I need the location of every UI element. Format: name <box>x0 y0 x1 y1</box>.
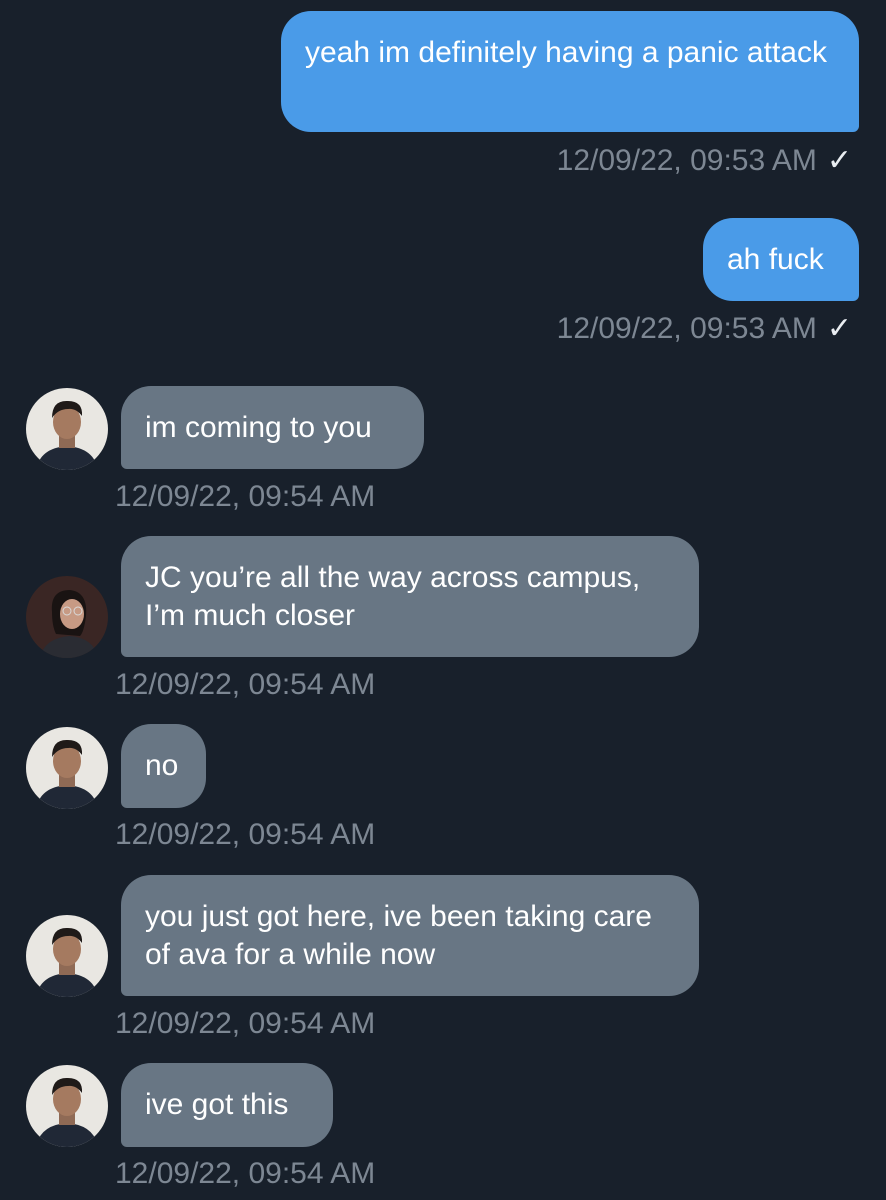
message-text: you just got here, ive been taking care … <box>145 900 652 971</box>
message-text: im coming to you <box>145 411 372 444</box>
male-avatar[interactable] <box>26 727 108 809</box>
message-text: ah fuck <box>727 243 824 276</box>
outgoing-message-bubble[interactable]: yeah im definitely having a panic attack <box>281 11 859 132</box>
male-avatar[interactable] <box>26 388 108 470</box>
check-icon: ✓ <box>826 312 852 345</box>
message-text: yeah im definitely having a panic attack <box>305 36 827 69</box>
message-timestamp: 12/09/22, 09:54 AM <box>115 1157 376 1190</box>
incoming-message-bubble[interactable]: you just got here, ive been taking care … <box>121 875 699 996</box>
message-timestamp: 12/09/22, 09:54 AM <box>115 1007 376 1040</box>
message-timestamp: 12/09/22, 09:53 AM ✓ <box>556 312 852 345</box>
outgoing-message-bubble[interactable]: ah fuck <box>703 218 859 301</box>
message-timestamp: 12/09/22, 09:54 AM <box>115 818 376 851</box>
male-avatar[interactable] <box>26 1065 108 1147</box>
incoming-message-bubble[interactable]: ive got this <box>121 1063 333 1147</box>
female-avatar[interactable] <box>26 576 108 658</box>
incoming-message-bubble[interactable]: no <box>121 724 206 808</box>
message-text: JC you’re all the way across campus, I’m… <box>145 561 641 632</box>
incoming-message-bubble[interactable]: JC you’re all the way across campus, I’m… <box>121 536 699 657</box>
male-avatar[interactable] <box>26 915 108 997</box>
message-text: ive got this <box>145 1088 289 1121</box>
check-icon: ✓ <box>826 144 852 177</box>
incoming-message-bubble[interactable]: im coming to you <box>121 386 424 469</box>
message-timestamp: 12/09/22, 09:53 AM ✓ <box>556 144 852 177</box>
chat-screen: { "chat": { "messages": [ {"direction": … <box>0 0 886 1200</box>
message-text: no <box>145 749 179 782</box>
message-timestamp: 12/09/22, 09:54 AM <box>115 668 376 701</box>
message-timestamp: 12/09/22, 09:54 AM <box>115 480 376 513</box>
